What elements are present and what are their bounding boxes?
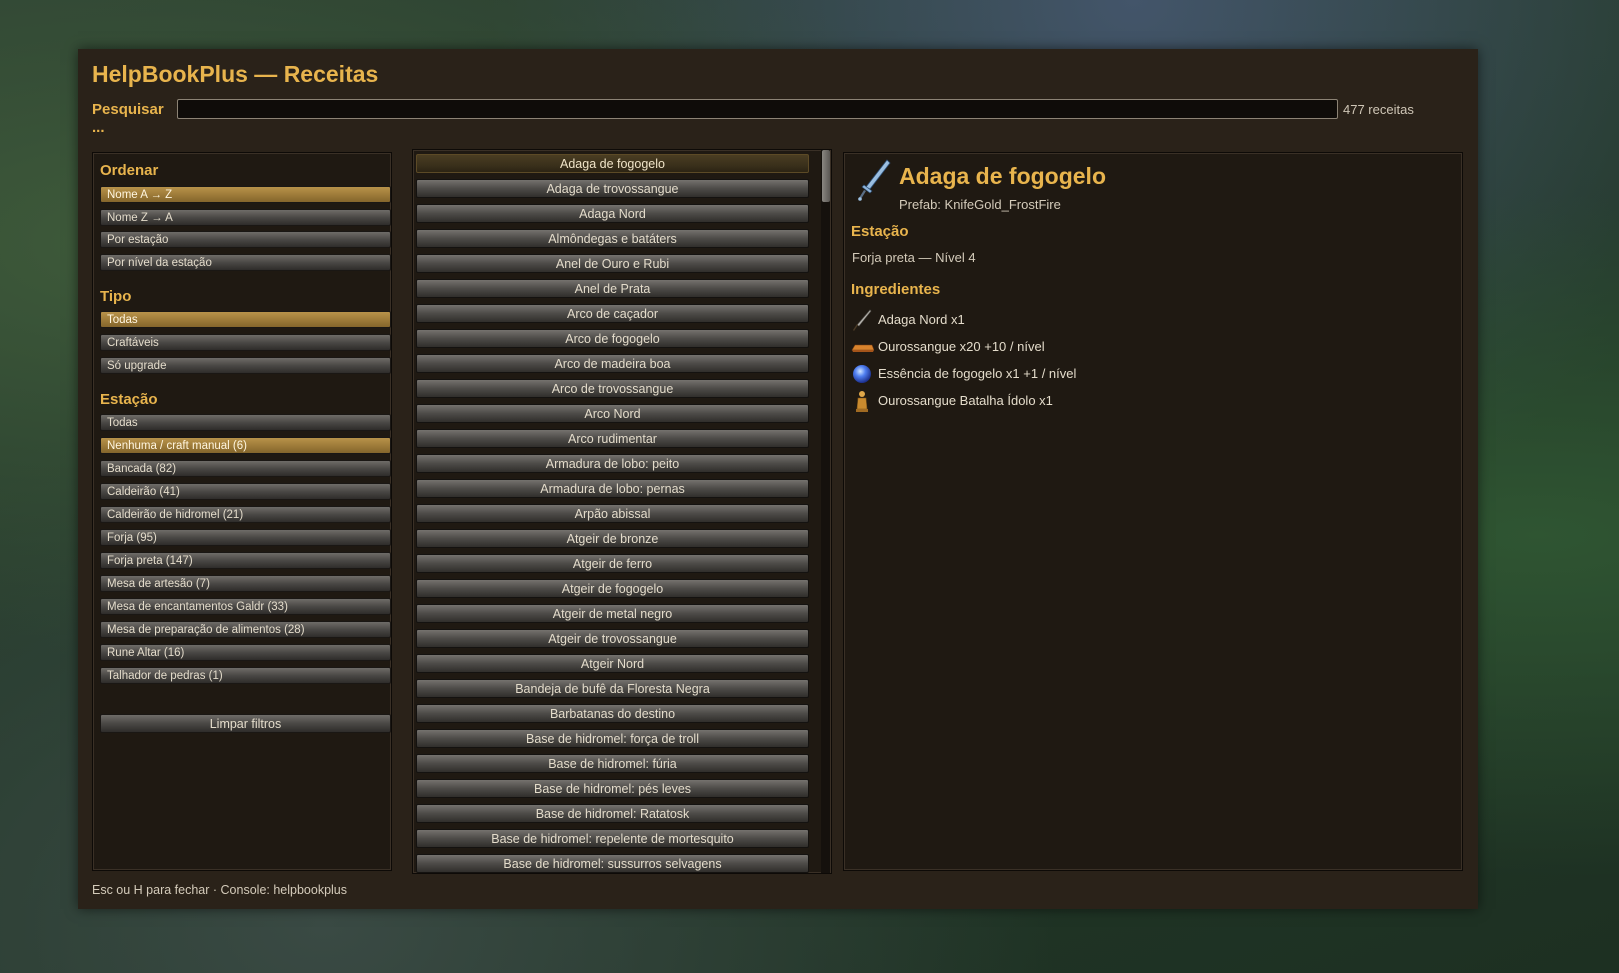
recipe-list-item[interactable]: Base de hidromel: pés leves <box>416 779 809 798</box>
station-workbench-button[interactable]: Bancada (82) <box>100 460 391 477</box>
recipe-list-item[interactable]: Atgeir de metal negro <box>416 604 809 623</box>
type-upgrade-only-button[interactable]: Só upgrade <box>100 357 391 374</box>
recipe-list-item[interactable]: Arco de fogogelo <box>416 329 809 348</box>
orb-icon <box>853 365 871 383</box>
type-craftable-button[interactable]: Craftáveis <box>100 334 391 351</box>
recipe-list-item[interactable]: Arco de madeira boa <box>416 354 809 373</box>
station-none-button[interactable]: Nenhuma / craft manual (6) <box>100 437 391 454</box>
sort-station-button[interactable]: Por estação <box>100 231 391 248</box>
ingredient-text: Essência de fogogelo x1 +1 / nível <box>878 366 1077 381</box>
recipe-list-item[interactable]: Atgeir de trovossangue <box>416 629 809 648</box>
station-forge-button[interactable]: Forja (95) <box>100 529 391 546</box>
sort-name-asc-button[interactable]: Nome A → Z <box>100 186 391 203</box>
recipe-list-item[interactable]: Arco Nord <box>416 404 809 423</box>
recipe-list-item[interactable]: Atgeir Nord <box>416 654 809 673</box>
dagger-icon <box>858 159 891 201</box>
recipe-list-item[interactable]: Adaga Nord <box>416 204 809 223</box>
recipe-list-item[interactable]: Base de hidromel: Ratatosk <box>416 804 809 823</box>
recipe-details-panel: Adaga de fogogelo Prefab: KnifeGold_Fros… <box>843 152 1463 871</box>
sort-station-level-button[interactable]: Por nível da estação <box>100 254 391 271</box>
station-black-forge-button[interactable]: Forja preta (147) <box>100 552 391 569</box>
station-all-button[interactable]: Todas <box>100 414 391 431</box>
station-stonecutter-button[interactable]: Talhador de pedras (1) <box>100 667 391 684</box>
recipe-list-item[interactable]: Atgeir de fogogelo <box>416 579 809 598</box>
station-galdr-table-button[interactable]: Mesa de encantamentos Galdr (33) <box>100 598 391 615</box>
recipe-list-item[interactable]: Arpão abissal <box>416 504 809 523</box>
recipe-list-item[interactable]: Base de hidromel: fúria <box>416 754 809 773</box>
recipe-list-item[interactable]: Armadura de lobo: pernas <box>416 479 809 498</box>
recipe-list-item[interactable]: Atgeir de ferro <box>416 554 809 573</box>
ingredients-heading: Ingredientes <box>851 281 941 298</box>
sort-section-title: Ordenar <box>100 162 159 179</box>
recipe-list-item[interactable]: Anel de Prata <box>416 279 809 298</box>
ingredient-text: Ourossangue x20 +10 / nível <box>878 339 1045 354</box>
recipe-list-item[interactable]: Arco de caçador <box>416 304 809 323</box>
type-section-title: Tipo <box>100 288 132 305</box>
ingot-icon <box>851 344 874 352</box>
station-rune-altar-button[interactable]: Rune Altar (16) <box>100 644 391 661</box>
station-food-prep-button[interactable]: Mesa de preparação de alimentos (28) <box>100 621 391 638</box>
recipe-list-item[interactable]: Base de hidromel: força de troll <box>416 729 809 748</box>
ingredient-text: Adaga Nord x1 <box>878 312 965 327</box>
filters-panel: Ordenar Nome A → Z Nome Z → A Por estaçã… <box>92 152 392 871</box>
recipe-list-item[interactable]: Barbatanas do destino <box>416 704 809 723</box>
recipe-list-item[interactable]: Adaga de fogogelo <box>416 154 809 173</box>
knife-icon <box>853 309 872 331</box>
helpbook-window: HelpBookPlus — Receitas Pesquisar ... 47… <box>78 49 1478 909</box>
station-artisan-table-button[interactable]: Mesa de artesão (7) <box>100 575 391 592</box>
recipe-list-item[interactable]: Armadura de lobo: peito <box>416 454 809 473</box>
prefab-name: Prefab: KnifeGold_FrostFire <box>899 197 1061 212</box>
recipe-list-item[interactable]: Arco rudimentar <box>416 429 809 448</box>
recipe-list: Adaga de fogogelo Adaga de trovossangue … <box>412 149 832 874</box>
recipe-list-item[interactable]: Almôndegas e batáters <box>416 229 809 248</box>
clear-filters-button[interactable]: Limpar filtros <box>100 714 391 733</box>
recipe-list-item[interactable]: Base de hidromel: repelente de mortesqui… <box>416 829 809 848</box>
recipe-list-item[interactable]: Anel de Ouro e Rubi <box>416 254 809 273</box>
footer-hint: Esc ou H para fechar · Console: helpbook… <box>92 883 348 897</box>
recipe-list-item[interactable]: Adaga de trovossangue <box>416 179 809 198</box>
sort-name-desc-button[interactable]: Nome Z → A <box>100 209 391 226</box>
recipe-list-item[interactable]: Arco de trovossangue <box>416 379 809 398</box>
station-value: Forja preta — Nível 4 <box>852 250 976 265</box>
search-input[interactable] <box>177 99 1338 119</box>
station-mead-cauldron-button[interactable]: Caldeirão de hidromel (21) <box>100 506 391 523</box>
recipe-list-item[interactable]: Bandeja de bufê da Floresta Negra <box>416 679 809 698</box>
recipe-list-scrollbar[interactable] <box>821 150 830 873</box>
recipe-list-item[interactable]: Base de hidromel: sussurros selvagens <box>416 854 809 873</box>
recipe-title: Adaga de fogogelo <box>899 163 1106 189</box>
station-cauldron-button[interactable]: Caldeirão (41) <box>100 483 391 500</box>
recipe-count: 477 receitas <box>1343 102 1414 117</box>
station-section-title: Estação <box>100 391 158 408</box>
type-all-button[interactable]: Todas <box>100 311 391 328</box>
window-title: HelpBookPlus — Receitas <box>92 61 379 87</box>
recipe-list-item[interactable]: Atgeir de bronze <box>416 529 809 548</box>
search-label: Pesquisar ... <box>92 101 164 136</box>
recipe-list-scroll-thumb[interactable] <box>822 150 830 202</box>
idol-icon <box>856 391 868 412</box>
ingredient-text: Ourossangue Batalha Ídolo x1 <box>878 393 1053 408</box>
station-heading: Estação <box>851 223 909 240</box>
